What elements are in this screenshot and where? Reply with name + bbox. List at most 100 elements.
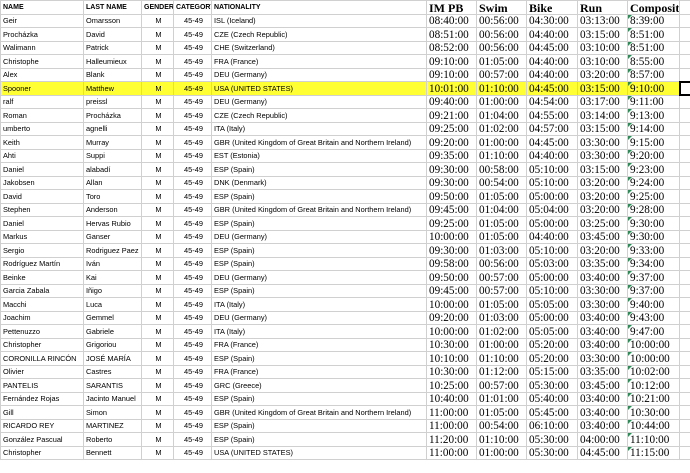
cell-gender[interactable]: M [141,364,174,379]
cell-composite[interactable]: 9:30:00 [627,229,680,244]
cell-nationality[interactable]: ITA (Italy) [211,324,427,339]
cell-bike[interactable]: 05:20:00 [526,351,578,366]
cell-nationality[interactable]: DEU (Germany) [211,229,427,244]
cell-nationality[interactable]: DEU (Germany) [211,94,427,109]
cell-nationality[interactable]: ESP (Spain) [211,243,427,258]
cell-nationality[interactable]: ESP (Spain) [211,256,427,271]
cell-composite[interactable]: 10:00:00 [627,337,680,352]
cell-gender[interactable]: M [141,391,174,406]
cell-last-name[interactable]: Simon [83,405,142,420]
cell-category[interactable]: 45-49 [173,27,212,42]
cell-bike[interactable]: 05:00:00 [526,216,578,231]
cell-last-name[interactable]: Roberto [83,432,142,447]
cell-gender[interactable]: M [141,135,174,150]
cell-last-name[interactable]: MARTINEZ [83,418,142,433]
cell-run[interactable]: 03:45:00 [577,378,628,393]
cell-category[interactable]: 45-49 [173,243,212,258]
cell-gender[interactable]: M [141,283,174,298]
empty-cell[interactable] [679,135,690,150]
empty-cell[interactable] [679,148,690,163]
cell-composite[interactable]: 9:14:00 [627,121,680,136]
cell-run[interactable]: 03:40:00 [577,391,628,406]
header-last-name[interactable]: LAST NAME [83,0,142,15]
cell-last-name[interactable]: SARANTIS [83,378,142,393]
cell-swim[interactable]: 00:54:00 [476,418,527,433]
cell-run[interactable]: 03:25:00 [577,216,628,231]
cell-run[interactable]: 03:40:00 [577,418,628,433]
cell-category[interactable]: 45-49 [173,175,212,190]
cell-gender[interactable]: M [141,13,174,28]
cell-im-pb[interactable]: 10:10:00 [426,351,477,366]
cell-name[interactable]: Alex [0,67,84,82]
cell-gender[interactable]: M [141,432,174,447]
cell-name[interactable]: Markus [0,229,84,244]
cell-composite[interactable]: 9:33:00 [627,243,680,258]
cell-composite[interactable]: 9:13:00 [627,108,680,123]
cell-run[interactable]: 03:40:00 [577,337,628,352]
cell-gender[interactable]: M [141,108,174,123]
cell-bike[interactable]: 05:20:00 [526,337,578,352]
cell-category[interactable]: 45-49 [173,135,212,150]
empty-cell[interactable] [679,351,690,366]
cell-category[interactable]: 45-49 [173,405,212,420]
empty-cell[interactable] [679,364,690,379]
cell-name[interactable]: Olivier [0,364,84,379]
cell-nationality[interactable]: FRA (France) [211,364,427,379]
cell-category[interactable]: 45-49 [173,40,212,55]
empty-cell[interactable] [679,216,690,231]
empty-cell[interactable] [679,324,690,339]
cell-nationality[interactable]: DEU (Germany) [211,67,427,82]
cell-gender[interactable]: M [141,40,174,55]
empty-cell[interactable] [679,270,690,285]
cell-swim[interactable]: 00:58:00 [476,162,527,177]
cell-category[interactable]: 45-49 [173,81,212,96]
cell-category[interactable]: 45-49 [173,445,212,460]
cell-last-name[interactable]: Iñigo [83,283,142,298]
cell-swim[interactable]: 01:00:00 [476,337,527,352]
cell-swim[interactable]: 01:03:00 [476,310,527,325]
cell-category[interactable]: 45-49 [173,256,212,271]
cell-composite[interactable]: 9:30:00 [627,216,680,231]
cell-bike[interactable]: 05:40:00 [526,391,578,406]
cell-last-name[interactable]: preissl [83,94,142,109]
cell-swim[interactable]: 01:00:00 [476,445,527,460]
cell-last-name[interactable]: David [83,27,142,42]
cell-composite[interactable]: 9:43:00 [627,310,680,325]
header-swim[interactable]: Swim [476,0,527,15]
cell-name[interactable]: ralf [0,94,84,109]
cell-nationality[interactable]: EST (Estonia) [211,148,427,163]
cell-swim[interactable]: 00:56:00 [476,13,527,28]
cell-bike[interactable]: 05:05:00 [526,324,578,339]
cell-last-name[interactable]: Luca [83,297,142,312]
empty-cell[interactable] [679,243,690,258]
cell-gender[interactable]: M [141,54,174,69]
cell-bike[interactable]: 05:15:00 [526,364,578,379]
cell-bike[interactable]: 05:45:00 [526,405,578,420]
cell-composite[interactable]: 9:37:00 [627,270,680,285]
cell-nationality[interactable]: DEU (Germany) [211,270,427,285]
cell-nationality[interactable]: USA (UNITED STATES) [211,445,427,460]
cell-composite[interactable]: 9:11:00 [627,94,680,109]
cell-run[interactable]: 03:30:00 [577,148,628,163]
cell-gender[interactable]: M [141,324,174,339]
cell-category[interactable]: 45-49 [173,270,212,285]
cell-run[interactable]: 03:10:00 [577,54,628,69]
cell-gender[interactable]: M [141,270,174,285]
cell-name[interactable]: Joachim [0,310,84,325]
cell-bike[interactable]: 04:45:00 [526,40,578,55]
cell-composite[interactable]: 9:24:00 [627,175,680,190]
cell-run[interactable]: 03:20:00 [577,243,628,258]
cell-last-name[interactable]: Halleumieux [83,54,142,69]
cell-im-pb[interactable]: 09:30:00 [426,175,477,190]
cell-nationality[interactable]: ESP (Spain) [211,418,427,433]
cell-nationality[interactable]: FRA (France) [211,337,427,352]
cell-im-pb[interactable]: 10:30:00 [426,337,477,352]
cell-last-name[interactable]: Suppi [83,148,142,163]
cell-composite[interactable]: 10:21:00 [627,391,680,406]
cell-name[interactable]: González Pascual [0,432,84,447]
cell-nationality[interactable]: ESP (Spain) [211,189,427,204]
cell-bike[interactable]: 05:00:00 [526,310,578,325]
cell-swim[interactable]: 01:05:00 [476,405,527,420]
cell-category[interactable]: 45-49 [173,13,212,28]
cell-nationality[interactable]: ESP (Spain) [211,162,427,177]
